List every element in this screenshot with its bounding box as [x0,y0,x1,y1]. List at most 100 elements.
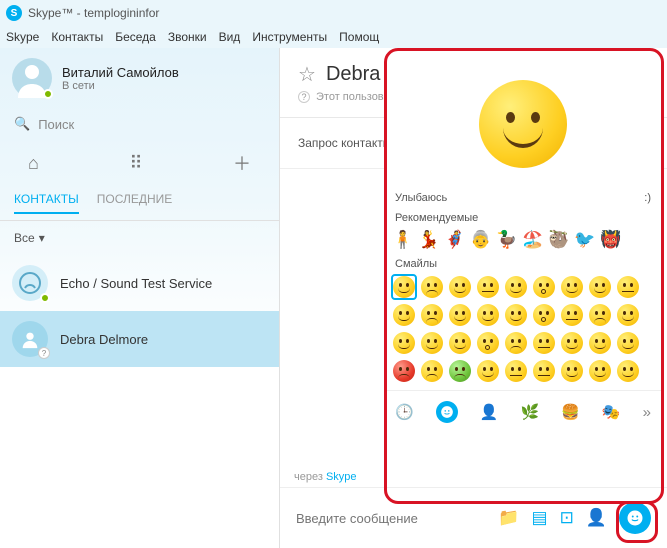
emoji-panel: Улыбаюсь :) Рекомендуемые 🧍 💃 🦸 👵 🦆 🏖️ 🦥… [385,50,661,429]
contact-item[interactable]: Echo / Sound Test Service [0,255,279,311]
favorite-icon[interactable]: ☆ [298,62,316,87]
emoji-item[interactable] [475,358,501,384]
send-file-icon[interactable]: 📁 [498,508,519,528]
emoji-item[interactable] [391,330,417,356]
status-online-icon [40,293,50,303]
status-unknown-icon: ? [38,347,50,359]
cat-smiles-icon[interactable] [436,401,458,423]
contact-item[interactable]: ? Debra Delmore [0,311,279,367]
emoji-item[interactable] [615,274,641,300]
tab-recent[interactable]: ПОСЛЕДНИЕ [97,186,173,214]
more-icon[interactable]: » [643,404,651,421]
via-link[interactable]: Skype [326,471,357,483]
emoji-item[interactable] [475,274,501,300]
emoji-item[interactable] [419,302,445,328]
avatar [12,58,52,98]
emoji-item[interactable] [503,358,529,384]
message-input[interactable] [296,511,484,526]
emoji-item[interactable]: 🦸 [443,228,467,252]
menu-contacts[interactable]: Контакты [51,30,103,44]
menu-chat[interactable]: Беседа [115,30,156,44]
menu-tools[interactable]: Инструменты [252,30,327,44]
emoji-item[interactable]: 🦆 [495,228,519,252]
emoji-item[interactable] [531,302,557,328]
emoji-item[interactable] [587,274,613,300]
recommended-row: 🧍 💃 🦸 👵 🦆 🏖️ 🦥 🐦 👹 [385,226,661,254]
profile-name: Виталий Самойлов [62,65,179,80]
emoji-item[interactable] [531,358,557,384]
chat-subtitle: Этот пользоват [316,91,394,103]
cat-objects-icon[interactable]: 🎭 [602,403,621,421]
emoji-item[interactable]: 🏖️ [521,228,545,252]
emoji-item[interactable] [531,330,557,356]
smiles-label: Смайлы [385,254,661,272]
info-icon: ? [298,91,310,103]
emoji-item[interactable] [587,358,613,384]
emoji-item[interactable] [475,302,501,328]
emoji-item[interactable] [531,274,557,300]
emoji-item[interactable] [447,274,473,300]
search-icon: 🔍 [14,116,30,132]
send-contact-icon[interactable]: 👤 [586,508,607,528]
via-line: через Skype [280,467,667,487]
menu-view[interactable]: Вид [219,30,241,44]
emoji-name: Улыбаюсь [395,192,447,204]
dialpad-icon[interactable]: ⠿ [129,153,142,174]
menu-skype[interactable]: Skype [6,30,39,44]
emoji-item[interactable]: 👹 [599,228,623,252]
cat-food-icon[interactable]: 🍔 [561,403,580,421]
emoji-item[interactable] [587,330,613,356]
emoji-item[interactable] [391,302,417,328]
emoji-item[interactable]: 💃 [417,228,441,252]
emoji-item[interactable] [615,302,641,328]
filter-label: Все [14,231,35,245]
contact-name: Echo / Sound Test Service [60,276,212,291]
emoji-item[interactable] [447,358,473,384]
emoji-item[interactable] [419,274,445,300]
emoji-item[interactable] [587,302,613,328]
tab-contacts[interactable]: КОНТАКТЫ [14,186,79,214]
emoji-item[interactable] [503,330,529,356]
emoji-item[interactable] [419,358,445,384]
emoji-item[interactable]: 🧍 [391,228,415,252]
cat-nature-icon[interactable]: 🌿 [520,403,539,421]
skype-logo-icon: S [6,5,22,21]
filter-dropdown[interactable]: Все ▾ [0,221,279,255]
chat-pane: ☆ Debra De ? Этот пользоват Запрос конта… [280,48,667,548]
emoji-button[interactable] [619,502,651,534]
emoji-item[interactable] [503,274,529,300]
emoji-item[interactable] [559,330,585,356]
status-online-icon [43,89,53,99]
cat-people-icon[interactable]: 👤 [480,403,499,421]
emoji-item[interactable] [391,358,417,384]
video-message-icon[interactable]: ⊡ [560,508,574,528]
emoji-item[interactable] [615,358,641,384]
cat-recent-icon[interactable]: 🕒 [395,403,414,421]
profile-section[interactable]: Виталий Самойлов В сети [0,48,279,108]
emoji-preview [385,50,661,188]
emoji-item[interactable] [559,302,585,328]
emoji-item[interactable] [503,302,529,328]
emoji-item[interactable] [419,330,445,356]
recommended-label: Рекомендуемые [385,208,661,226]
emoji-item[interactable] [391,274,417,300]
emoji-categories: 🕒 👤 🌿 🍔 🎭 » [385,390,661,429]
sidebar: Виталий Самойлов В сети 🔍 Поиск ⌂ ⠿ ＋ КО… [0,48,280,548]
menu-help[interactable]: Помощ [339,30,379,44]
emoji-item[interactable] [615,330,641,356]
send-image-icon[interactable]: ▤ [532,508,548,528]
emoji-item[interactable]: 👵 [469,228,493,252]
menu-calls[interactable]: Звонки [168,30,207,44]
home-icon[interactable]: ⌂ [28,153,39,174]
emoji-item[interactable] [475,330,501,356]
search-input[interactable]: 🔍 Поиск [0,108,279,140]
add-icon[interactable]: ＋ [233,150,251,176]
emoji-item[interactable] [447,302,473,328]
contact-name: Debra Delmore [60,332,148,347]
emoji-item[interactable]: 🐦 [573,228,597,252]
emoji-item[interactable] [559,358,585,384]
emoji-item[interactable] [447,330,473,356]
emoji-item[interactable]: 🦥 [547,228,571,252]
emoji-item[interactable] [559,274,585,300]
contact-avatar: ? [12,321,48,357]
